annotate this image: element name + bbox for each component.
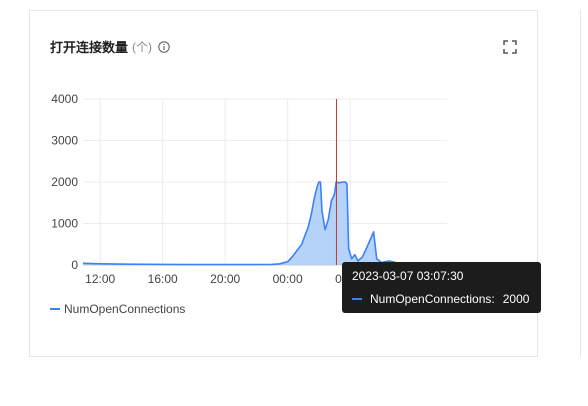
y-tick-label: 4000 xyxy=(51,92,78,106)
legend-item-numopenconnections[interactable]: NumOpenConnections xyxy=(50,302,185,316)
tooltip-series-name: NumOpenConnections: xyxy=(370,292,495,306)
open-connections-chart: 4000 3000 2000 1000 0 12:00 16:00 20:00 00:00 0 4… xyxy=(51,92,448,286)
y-tick-label: 3000 xyxy=(51,134,78,148)
x-tick-label: 16:00 xyxy=(148,272,178,286)
x-axis-ticks: 12:0016:0020:0000:0004:00 xyxy=(85,272,365,286)
x-tick-label: 00:00 xyxy=(273,272,303,286)
tooltip-value: 2000 xyxy=(502,292,530,306)
y-tick-label: 0 xyxy=(71,258,78,272)
chart-tooltip: 2023-03-07 03:07:30 NumOpenConnections: … xyxy=(342,262,541,313)
tooltip-swatch xyxy=(352,298,362,300)
page: 打开连接数量 (个) 4000 3000 2000 1000 0 12:00 16:00 2… xyxy=(0,0,588,406)
legend-swatch xyxy=(50,308,60,310)
y-axis-ticks: 4000 3000 2000 1000 0 xyxy=(51,92,78,272)
x-tick-label: 20:00 xyxy=(210,272,240,286)
chart-grid xyxy=(83,98,447,266)
y-tick-label: 1000 xyxy=(51,217,78,231)
legend-label: NumOpenConnections xyxy=(64,302,186,316)
y-tick-label: 2000 xyxy=(51,175,78,189)
tooltip-row: NumOpenConnections: 2000 xyxy=(352,292,531,306)
x-tick-label: 12:00 xyxy=(85,272,115,286)
tooltip-time: 2023-03-07 03:07:30 xyxy=(352,269,464,283)
